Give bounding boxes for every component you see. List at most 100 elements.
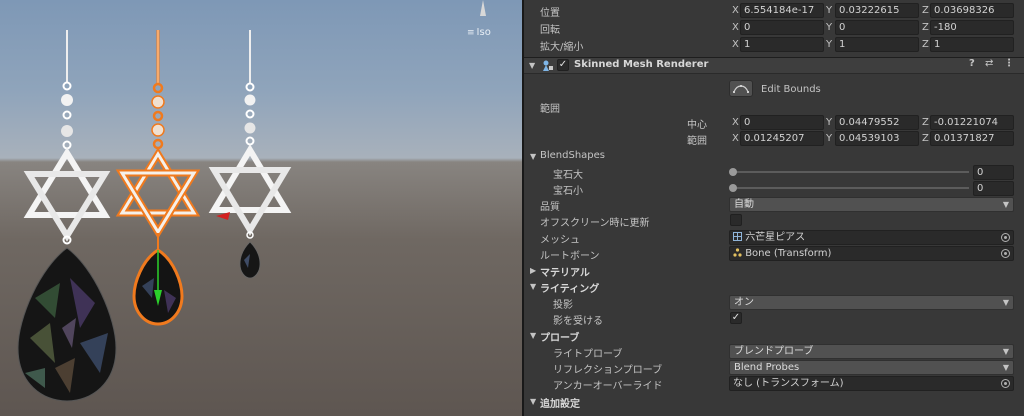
transform-icon	[733, 248, 742, 257]
rotation-label: 回転	[540, 25, 560, 36]
reflection-probes-dropdown[interactable]: Blend Probes ▼	[729, 360, 1014, 375]
quality-label: 品質	[540, 202, 560, 213]
blendshape-slider-thumb[interactable]	[729, 184, 737, 192]
edit-bounds-label: Edit Bounds	[761, 84, 821, 95]
lighting-foldout-icon[interactable]: ▼	[530, 282, 536, 291]
axis-x-label: X	[732, 133, 739, 144]
position-z-field[interactable]: 0.03698326	[930, 3, 1014, 18]
axis-z-label: Z	[922, 133, 929, 144]
blendshape-value-field[interactable]: 0	[973, 181, 1014, 196]
bounds-center-y-field[interactable]: 0.04479552	[835, 115, 919, 130]
cast-shadows-value: オン	[734, 297, 754, 308]
bounds-extent-label: 範囲	[687, 136, 707, 147]
axis-y-label: Y	[826, 117, 833, 128]
chevron-down-icon: ▼	[1002, 200, 1009, 209]
axis-z-label: Z	[922, 5, 929, 16]
earring-small[interactable]	[206, 28, 298, 288]
blendshapes-foldout-icon[interactable]: ▼	[530, 152, 536, 161]
rotation-x-field[interactable]: 0	[740, 20, 824, 35]
bounds-label: 範囲	[540, 104, 560, 115]
earring-selected[interactable]	[112, 28, 212, 333]
position-y-field[interactable]: 0.03222615	[835, 3, 919, 18]
quality-dropdown[interactable]: 自動 ▼	[729, 197, 1014, 212]
axis-z-label: Z	[922, 39, 929, 50]
component-enabled-checkbox[interactable]: ✓	[557, 59, 569, 71]
position-label: 位置	[540, 8, 560, 19]
help-icon[interactable]: ?	[969, 58, 975, 69]
receive-shadows-label: 影を受ける	[553, 316, 603, 327]
edit-bounds-icon	[733, 85, 749, 93]
reflection-probes-label: リフレクションプローブ	[553, 365, 663, 376]
skinned-mesh-icon	[543, 60, 553, 71]
object-picker-icon[interactable]	[1001, 233, 1010, 242]
bounds-extent-z-field[interactable]: 0.01371827	[930, 131, 1014, 146]
edit-bounds-button[interactable]	[729, 80, 753, 97]
rotation-z-field[interactable]: -180	[930, 20, 1014, 35]
axis-x-label: X	[732, 5, 739, 16]
position-x-field[interactable]: 6.554184e-17	[740, 3, 824, 18]
axis-gizmo-icon[interactable]	[472, 0, 494, 18]
anchor-override-value: なし (トランスフォーム)	[733, 378, 844, 389]
blendshape-slider-track[interactable]	[732, 171, 969, 173]
kebab-menu-icon[interactable]: ⋮	[1004, 58, 1014, 69]
bounds-center-x-field[interactable]: 0	[740, 115, 824, 130]
root-bone-object-field[interactable]: Bone (Transform)	[729, 246, 1014, 261]
scale-y-field[interactable]: 1	[835, 37, 919, 52]
anchor-override-label: アンカーオーバーライド	[553, 381, 663, 392]
blendshape-slider-track[interactable]	[732, 187, 969, 189]
scale-x-field[interactable]: 1	[740, 37, 824, 52]
light-probes-label: ライトプローブ	[553, 349, 623, 360]
axis-z-label: Z	[922, 117, 929, 128]
bounds-extent-x-field[interactable]: 0.01245207	[740, 131, 824, 146]
blendshape-value-field[interactable]: 0	[973, 165, 1014, 180]
receive-shadows-checkbox[interactable]: ✓	[730, 312, 742, 324]
object-picker-icon[interactable]	[1001, 249, 1010, 258]
axis-y-label: Y	[826, 133, 833, 144]
scale-z-field[interactable]: 1	[930, 37, 1014, 52]
reflection-probes-value: Blend Probes	[734, 362, 800, 373]
chevron-down-icon: ▼	[1002, 347, 1009, 356]
update-offscreen-checkbox[interactable]	[730, 214, 742, 226]
chevron-down-icon: ▼	[1002, 298, 1009, 307]
probes-foldout-icon[interactable]: ▼	[530, 331, 536, 340]
axis-y-label: Y	[826, 22, 833, 33]
object-picker-icon[interactable]	[1001, 379, 1010, 388]
preset-icon[interactable]: ⇄	[985, 58, 993, 69]
blendshapes-label[interactable]: BlendShapes	[540, 150, 605, 161]
materials-section-label[interactable]: マテリアル	[540, 264, 590, 279]
bounds-center-label: 中心	[687, 120, 707, 131]
probes-section-label[interactable]: プローブ	[540, 329, 579, 344]
bounds-center-z-field[interactable]: -0.01221074	[930, 115, 1014, 130]
axis-y-label: Y	[826, 5, 833, 16]
materials-foldout-icon[interactable]: ▶	[530, 266, 536, 275]
axis-x-label: X	[732, 22, 739, 33]
mesh-value: 六芒星ピアス	[745, 232, 806, 243]
rotation-y-field[interactable]: 0	[835, 20, 919, 35]
view-mode-toggle[interactable]: ≡ Iso	[467, 27, 491, 38]
chevron-down-icon: ▼	[1002, 363, 1009, 372]
root-bone-label: ルートボーン	[540, 251, 600, 262]
mesh-object-field[interactable]: 六芒星ピアス	[729, 230, 1014, 245]
hamburger-icon: ≡	[467, 27, 475, 38]
lighting-section-label[interactable]: ライティング	[540, 280, 599, 295]
mesh-icon	[733, 232, 742, 241]
root-bone-value: Bone (Transform)	[745, 248, 832, 259]
scene-view[interactable]: ≡ Iso	[0, 0, 522, 416]
cast-shadows-dropdown[interactable]: オン ▼	[729, 295, 1014, 310]
light-probes-value: ブレンドプローブ	[734, 346, 814, 357]
mesh-label: メッシュ	[540, 235, 580, 246]
component-foldout-icon[interactable]: ▼	[529, 61, 535, 70]
additional-section-label[interactable]: 追加設定	[540, 395, 580, 410]
component-title: Skinned Mesh Renderer	[574, 59, 709, 70]
additional-foldout-icon[interactable]: ▼	[530, 397, 536, 406]
scale-label: 拡大/縮小	[540, 42, 584, 53]
anchor-override-object-field[interactable]: なし (トランスフォーム)	[729, 376, 1014, 391]
blendshape-label: 宝石大	[553, 170, 583, 181]
inspector-panel: 位置 X 6.554184e-17 Y 0.03222615 Z 0.03698…	[524, 0, 1024, 416]
blendshape-label: 宝石小	[553, 186, 583, 197]
axis-z-label: Z	[922, 22, 929, 33]
light-probes-dropdown[interactable]: ブレンドプローブ ▼	[729, 344, 1014, 359]
axis-y-label: Y	[826, 39, 833, 50]
bounds-extent-y-field[interactable]: 0.04539103	[835, 131, 919, 146]
blendshape-slider-thumb[interactable]	[729, 168, 737, 176]
